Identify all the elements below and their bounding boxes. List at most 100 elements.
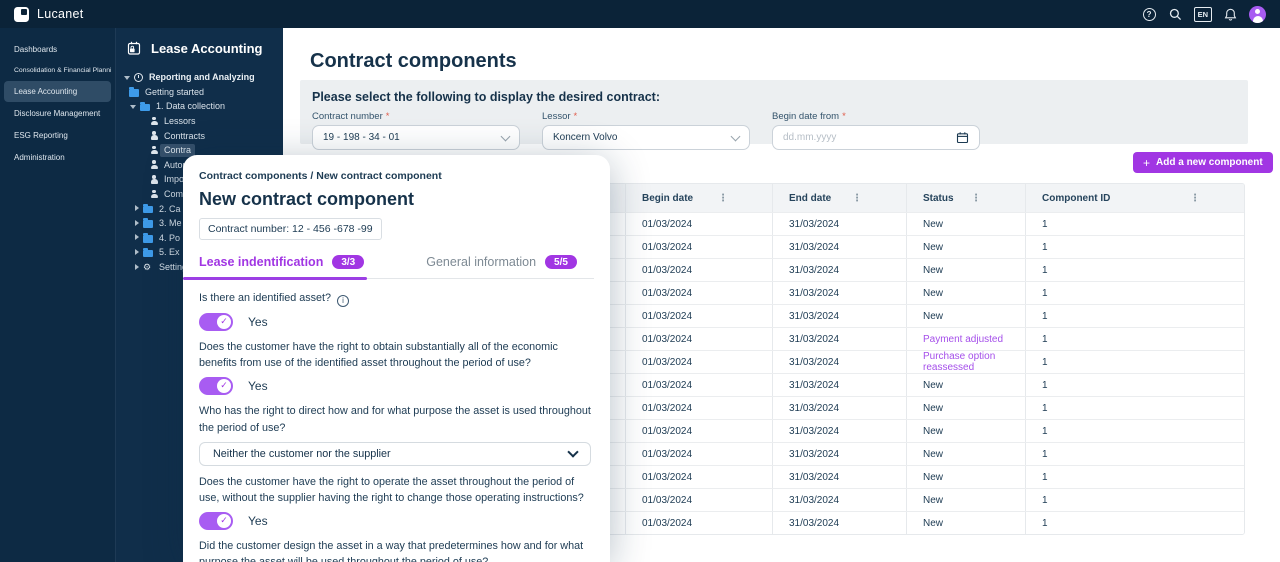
chevron-icon[interactable]	[123, 73, 132, 82]
notifications-bell-icon[interactable]	[1223, 7, 1238, 22]
cell-begin-date: 01/03/2024	[625, 443, 772, 465]
toggle-value: Yes	[248, 315, 268, 329]
tree-item[interactable]: Reporting and Analyzing	[116, 70, 283, 85]
tab-label: General information	[426, 255, 536, 269]
column-header[interactable]: End date ⋮	[772, 184, 906, 212]
chevron-down-icon	[567, 446, 578, 457]
cell-begin-date: 01/03/2024	[625, 351, 772, 373]
tab-progress-badge: 5/5	[545, 255, 577, 269]
cell-status: New	[906, 374, 1025, 396]
tree-item[interactable]: Getting started	[116, 85, 283, 100]
cell-component-id: 1	[1025, 236, 1244, 258]
contract-number-input[interactable]: Contract number: 12 - 456 -678 -99	[199, 218, 382, 240]
column-menu-icon[interactable]: ⋮	[1190, 193, 1234, 204]
nav-item[interactable]: Lease Accounting	[4, 81, 111, 102]
cell-end-date: 31/03/2024	[772, 420, 906, 442]
column-menu-icon[interactable]: ⋮	[852, 193, 896, 204]
column-menu-icon[interactable]: ⋮	[971, 193, 1015, 204]
tree-item[interactable]: Conttracts	[116, 128, 283, 143]
cell-status: New	[906, 236, 1025, 258]
cell-status: New	[906, 512, 1025, 534]
question-text: Did the customer design the asset in a w…	[199, 538, 591, 562]
cell-status: New	[906, 420, 1025, 442]
tab[interactable]: General information 5/5	[426, 255, 577, 269]
nav-item[interactable]: Disclosure Management	[4, 103, 111, 124]
chevron-icon[interactable]	[132, 219, 141, 228]
nav-item[interactable]: ESG Reporting	[4, 125, 111, 146]
language-badge[interactable]: EN	[1194, 7, 1212, 22]
search-icon[interactable]	[1168, 7, 1183, 22]
cell-status: New	[906, 397, 1025, 419]
toggle-switch[interactable]: ✓	[199, 377, 233, 395]
cell-component-id: 1	[1025, 374, 1244, 396]
filter-input[interactable]: 19 - 198 - 34 - 01	[312, 125, 520, 150]
cell-begin-date: 01/03/2024	[625, 236, 772, 258]
panel-header: Lease Accounting	[116, 28, 283, 66]
chevron-icon[interactable]	[132, 204, 141, 213]
cell-component-id: 1	[1025, 351, 1244, 373]
topbar-icons: ? EN	[1142, 6, 1266, 23]
info-icon[interactable]: i	[337, 295, 349, 307]
cell-component-id: 1	[1025, 489, 1244, 511]
toggle-value: Yes	[248, 514, 268, 528]
calendar-icon[interactable]	[956, 131, 969, 144]
tree-item[interactable]: Lessors	[116, 114, 283, 129]
chevron-icon[interactable]	[129, 102, 138, 111]
chevron-down-icon	[501, 131, 511, 141]
chevron-icon[interactable]	[132, 233, 141, 242]
filter-input[interactable]: dd.mm.yyyy	[772, 125, 980, 150]
lease-accounting-icon	[126, 40, 142, 56]
cell-end-date: 31/03/2024	[772, 443, 906, 465]
select-value: Neither the customer nor the supplier	[213, 448, 391, 460]
filter-field: Lessor* Koncern Volvo	[542, 111, 750, 150]
cell-status: New	[906, 443, 1025, 465]
column-label: Status	[923, 193, 954, 204]
folder-icon	[140, 104, 150, 112]
chevron-icon[interactable]	[132, 248, 141, 257]
required-asterisk: *	[842, 111, 846, 122]
toggle-switch[interactable]: ✓	[199, 512, 233, 530]
modal-tabs: Lease indentification 3/3 General inform…	[199, 255, 594, 279]
help-icon[interactable]: ?	[1142, 7, 1157, 22]
filter-input[interactable]: Koncern Volvo	[542, 125, 750, 150]
column-header[interactable]: Component ID ⋮	[1025, 184, 1244, 212]
column-menu-icon[interactable]: ⋮	[718, 193, 762, 204]
folder-icon	[143, 206, 153, 214]
tab[interactable]: Lease indentification 3/3	[199, 255, 364, 269]
tree-item[interactable]: 1. Data collection	[116, 99, 283, 114]
chevron-icon[interactable]	[132, 263, 141, 272]
filter-field: Contract number* 19 - 198 - 34 - 01	[312, 111, 520, 150]
person-icon	[150, 175, 158, 184]
user-avatar[interactable]	[1249, 6, 1266, 23]
question: Did the customer design the asset in a w…	[199, 538, 594, 562]
cell-end-date: 31/03/2024	[772, 489, 906, 511]
column-header[interactable]: Status ⋮	[906, 184, 1025, 212]
cell-end-date: 31/03/2024	[772, 466, 906, 488]
cell-end-date: 31/03/2024	[772, 305, 906, 327]
field-placeholder: dd.mm.yyyy	[783, 132, 836, 143]
nav-item[interactable]: Administration	[4, 147, 111, 168]
cell-end-date: 31/03/2024	[772, 512, 906, 534]
cell-component-id: 1	[1025, 397, 1244, 419]
tab-progress-badge: 3/3	[332, 255, 364, 269]
cell-begin-date: 01/03/2024	[625, 374, 772, 396]
question-select[interactable]: Neither the customer nor the supplier	[199, 442, 591, 466]
nav-item[interactable]: Dashboards	[4, 39, 111, 60]
check-icon: ✓	[217, 514, 231, 528]
field-label: Begin date from*	[772, 111, 980, 122]
question-text: Who has the right to direct how and for …	[199, 403, 591, 435]
add-new-component-button[interactable]: + Add a new component	[1133, 152, 1273, 173]
nav-item[interactable]: Consolidation & Financial Planning	[4, 61, 111, 80]
cell-begin-date: 01/03/2024	[625, 397, 772, 419]
column-header[interactable]: Begin date ⋮	[625, 184, 772, 212]
question-text: Does the customer have the right to oper…	[199, 474, 591, 506]
field-label: Contract number*	[312, 111, 520, 122]
cell-status: Purchase option reassessed	[906, 351, 1025, 373]
filter-field: Begin date from* dd.mm.yyyy	[772, 111, 980, 150]
toggle-switch[interactable]: ✓	[199, 313, 233, 331]
tree-item-label: 2. Ca	[159, 204, 181, 214]
cell-component-id: 1	[1025, 466, 1244, 488]
folder-icon	[143, 220, 153, 228]
brand-name: Lucanet	[37, 7, 84, 21]
clock-icon	[134, 73, 143, 82]
